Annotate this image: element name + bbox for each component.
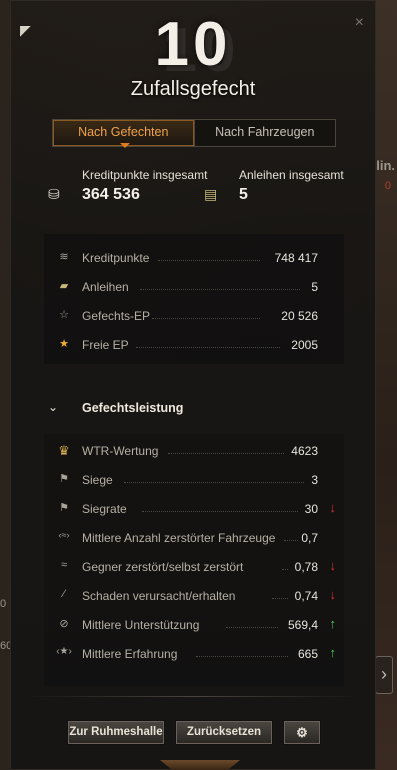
assist-icon: ⊘ xyxy=(59,618,69,630)
list-item: ⁄ Schaden verursacht/erhalten 0,74 ↓ xyxy=(44,586,344,606)
row-label: Schaden verursacht/erhalten xyxy=(82,589,236,603)
list-item: ★ Freie EP 2005 xyxy=(44,335,344,355)
list-item: ⚑ Siegrate 30 ↓ xyxy=(44,499,344,519)
row-value: 2005 xyxy=(291,338,318,352)
row-label: Freie EP xyxy=(82,338,129,352)
credits-total-label: Kreditpunkte insgesamt xyxy=(82,168,208,182)
flag-icon: ⚑ xyxy=(59,473,69,485)
row-label: WTR-Wertung xyxy=(82,444,159,458)
row-label: Siegrate xyxy=(82,502,127,516)
dotted-leader xyxy=(168,453,284,454)
trend-up-icon: ↑ xyxy=(329,616,337,631)
row-value: 665 xyxy=(297,647,318,661)
dotted-leader xyxy=(152,318,260,319)
list-item: ☆ Gefechts-EP 20 526 xyxy=(44,306,344,326)
row-label: Gefechts-EP xyxy=(82,309,151,323)
dotted-leader xyxy=(140,289,300,290)
list-item: ≋ Kreditpunkte 748 417 xyxy=(44,248,344,268)
row-value: 4623 xyxy=(291,444,318,458)
hall-of-fame-button[interactable]: Zur Ruhmeshalle xyxy=(68,721,164,744)
row-value: 0,78 xyxy=(294,560,318,574)
list-item: ⚑ Siege 3 xyxy=(44,470,344,490)
credits-total-value: 364 536 xyxy=(82,186,140,203)
list-item: ‹★› Mittlere Erfahrung 665 ↑ xyxy=(44,644,344,664)
dotted-leader xyxy=(282,569,288,570)
wtr-badge-icon: ♛ xyxy=(58,443,70,458)
row-value: 3 xyxy=(311,473,318,487)
chevron-right-icon[interactable]: › xyxy=(375,656,393,694)
bonds-icon: ▰ xyxy=(59,280,69,292)
avg-xp-icon: ‹★› xyxy=(56,646,72,657)
trend-up-icon: ↑ xyxy=(329,645,337,660)
chevron-down-icon[interactable]: ⌄ xyxy=(48,400,58,414)
battle-type-title: Zufallsgefecht xyxy=(130,78,256,100)
destroyed-vehicles-icon: ‹≈› xyxy=(58,530,70,540)
list-item: ⊘ Mittlere Unterstützung 569,4 ↑ xyxy=(44,615,344,635)
trend-down-icon: ↓ xyxy=(329,500,337,515)
list-item: ▰ Anleihen 5 xyxy=(44,277,344,297)
row-label: Mittlere Anzahl zerstörter Fahrzeuge xyxy=(82,531,276,545)
dotted-leader xyxy=(124,482,304,483)
footer-divider xyxy=(28,696,358,697)
row-label: Mittlere Erfahrung xyxy=(82,647,178,661)
row-value: 0,74 xyxy=(294,589,318,603)
list-item: ‹≈› Mittlere Anzahl zerstörter Fahrzeuge… xyxy=(44,528,344,548)
row-value: 0,7 xyxy=(301,531,318,545)
row-label: Kreditpunkte xyxy=(82,251,150,265)
bonds-total-label: Anleihen insgesamt xyxy=(239,168,344,182)
bonds-icon: ▤ xyxy=(204,186,218,202)
dotted-leader xyxy=(272,598,288,599)
coins-icon: ⛁ xyxy=(48,186,60,202)
row-value: 20 526 xyxy=(281,309,318,323)
performance-box: ♛ WTR-Wertung 4623 ⚑ Siege 3 ⚑ Siegrate … xyxy=(44,434,344,686)
dotted-leader xyxy=(158,260,260,261)
list-item: ♛ WTR-Wertung 4623 xyxy=(44,441,344,461)
bottom-ornament xyxy=(160,760,240,770)
row-label: Siege xyxy=(82,473,113,487)
row-value: 30 xyxy=(304,502,318,516)
background-right-strip xyxy=(375,0,397,770)
kill-death-icon: ≈ xyxy=(60,559,68,571)
background-left-strip xyxy=(0,0,10,770)
dotted-leader xyxy=(142,511,298,512)
row-label: Mittlere Unterstützung xyxy=(82,618,200,632)
dotted-leader xyxy=(136,347,280,348)
earnings-box: ≋ Kreditpunkte 748 417 ▰ Anleihen 5 ☆ Ge… xyxy=(44,234,344,364)
row-value: 569,4 xyxy=(287,618,318,632)
session-stats-panel: ◤ × 10 10 Zufallsgefecht Nach Gefechten … xyxy=(10,0,376,770)
damage-ratio-icon: ⁄ xyxy=(63,588,65,600)
background-text: 0 xyxy=(384,180,391,192)
dotted-leader xyxy=(196,656,288,657)
row-label: Gegner zerstört/selbst zerstört xyxy=(82,560,244,574)
list-item: ≈ Gegner zerstört/selbst zerstört 0,78 ↓ xyxy=(44,557,344,577)
row-label: Anleihen xyxy=(82,280,129,294)
credits-icon: ≋ xyxy=(59,251,69,263)
reset-button[interactable]: Zurücksetzen xyxy=(176,721,272,744)
free-xp-icon: ★ xyxy=(59,338,69,350)
gear-icon[interactable]: ⚙ xyxy=(284,721,320,744)
view-tabs: Nach Gefechten Nach Fahrzeugen xyxy=(52,119,336,147)
battles-count: 10 xyxy=(154,10,232,79)
dotted-leader xyxy=(284,540,298,541)
row-value: 5 xyxy=(311,280,318,294)
bonds-total-value: 5 xyxy=(239,186,248,203)
trend-down-icon: ↓ xyxy=(329,587,337,602)
summary-totals: ⛁ Kreditpunkte insgesamt 364 536 ▤ Anlei… xyxy=(10,166,376,216)
row-value: 748 417 xyxy=(274,251,318,265)
trend-down-icon: ↓ xyxy=(329,558,337,573)
footer-bar: Zur Ruhmeshalle Zurücksetzen ⚙ xyxy=(10,708,376,748)
background-text: 0 xyxy=(0,598,7,610)
tab-by-vehicles[interactable]: Nach Fahrzeugen xyxy=(195,120,336,146)
dotted-leader xyxy=(226,627,278,628)
background-text: lin. xyxy=(376,158,395,173)
flag-icon: ⚑ xyxy=(59,502,69,514)
performance-section-header[interactable]: Gefechtsleistung xyxy=(82,401,183,415)
xp-star-icon: ☆ xyxy=(59,309,69,321)
active-tab-indicator xyxy=(120,143,130,148)
